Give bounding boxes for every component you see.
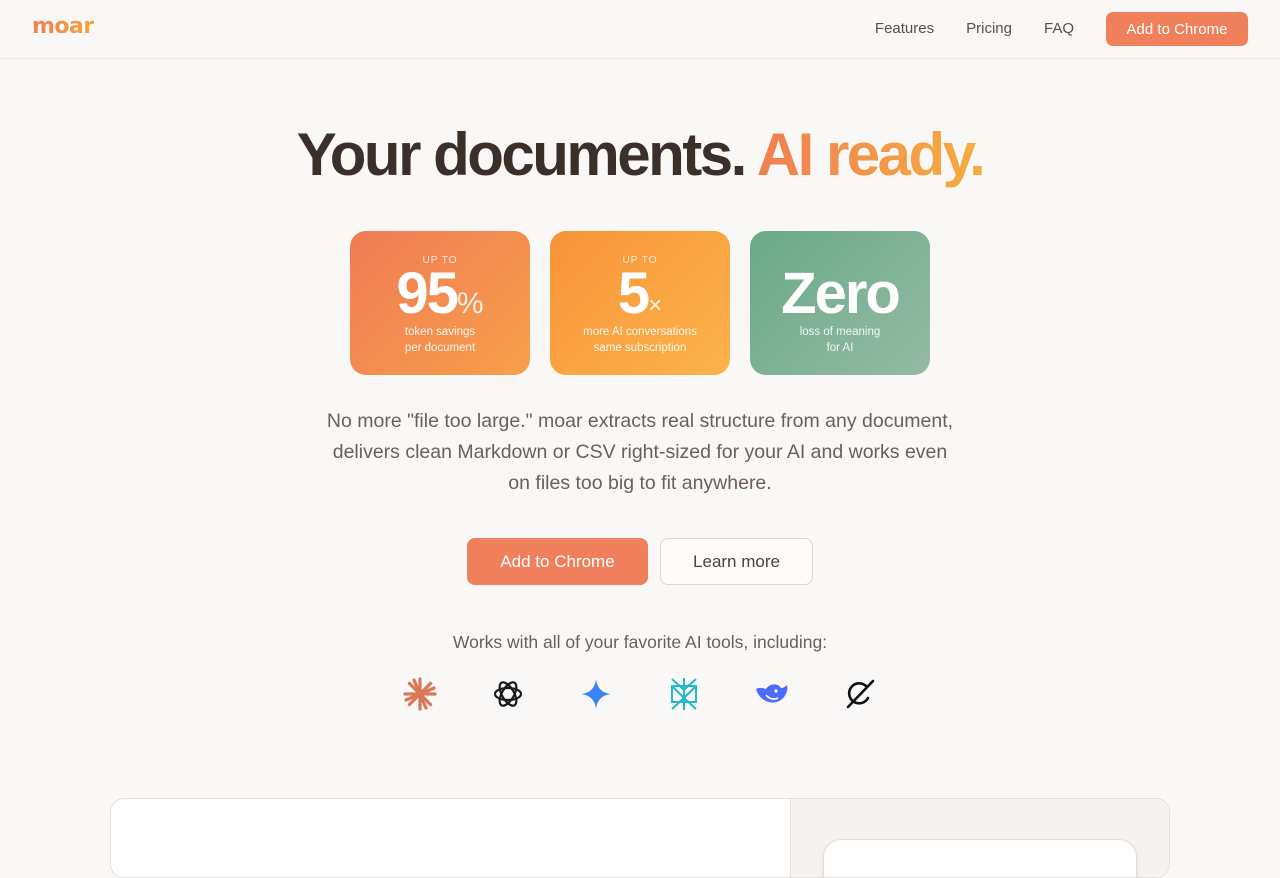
grok-icon (842, 676, 878, 712)
stat-value: Zero (750, 265, 930, 323)
stat-desc-line1: token savings (404, 326, 476, 338)
stat-number: 5 (617, 261, 650, 326)
hero-title-main: Your documents. (296, 121, 748, 188)
stat-desc-line1: loss of meaning (799, 326, 881, 338)
gemini-icon (578, 676, 614, 712)
hero-title-accent: AI ready. (756, 121, 986, 188)
stat-unit: × (648, 292, 663, 319)
nav-link-faq[interactable]: FAQ (1044, 12, 1074, 46)
perplexity-icon (666, 676, 702, 712)
preview-panel-sidebar (790, 799, 1169, 877)
nav-link-pricing[interactable]: Pricing (966, 12, 1012, 46)
hero-description: No more "file too large." moar extracts … (326, 410, 954, 494)
add-to-chrome-button[interactable]: Add to Chrome (467, 538, 648, 585)
openai-icon (490, 676, 526, 712)
nav-links: Features Pricing FAQ Add to Chrome (875, 12, 1248, 46)
stat-desc-line2: per document (404, 342, 476, 354)
nav-add-to-chrome-button[interactable]: Add to Chrome (1106, 12, 1248, 46)
stat-card-more-conversations: UP TO 5× more AI conversations same subs… (550, 231, 730, 375)
top-nav: moar Features Pricing FAQ Add to Chrome (0, 0, 1280, 59)
stats-row: UP TO 95% token savings per document UP … (350, 231, 930, 375)
claude-icon (402, 676, 438, 712)
stat-description: token savings per document (350, 324, 530, 356)
stat-desc-line1: more AI conversations (583, 326, 697, 338)
stat-card-token-savings: UP TO 95% token savings per document (350, 231, 530, 375)
stat-card-zero-loss: Zero loss of meaning for AI (750, 231, 930, 375)
logo[interactable]: moar (32, 14, 94, 39)
stat-unit: % (456, 287, 484, 320)
deepseek-icon (754, 676, 790, 712)
learn-more-button[interactable]: Learn more (660, 538, 813, 585)
works-with-label: Works with all of your favorite AI tools… (452, 632, 828, 652)
preview-panel (110, 798, 1170, 878)
stat-desc-line2: same subscription (593, 342, 687, 354)
stat-number: Zero (781, 261, 901, 326)
nav-link-features[interactable]: Features (875, 12, 934, 46)
stat-value: 95% (350, 265, 530, 333)
hero-title: Your documents. AI ready. (0, 120, 1280, 189)
preview-card (823, 839, 1137, 877)
stat-desc-line2: for AI (826, 342, 854, 354)
stat-number: 95 (396, 261, 458, 326)
hero-cta-row: Add to Chrome Learn more (467, 538, 813, 585)
stat-description: more AI conversations same subscription (550, 324, 730, 356)
ai-tools-row (402, 676, 878, 712)
stat-description: loss of meaning for AI (750, 324, 930, 356)
